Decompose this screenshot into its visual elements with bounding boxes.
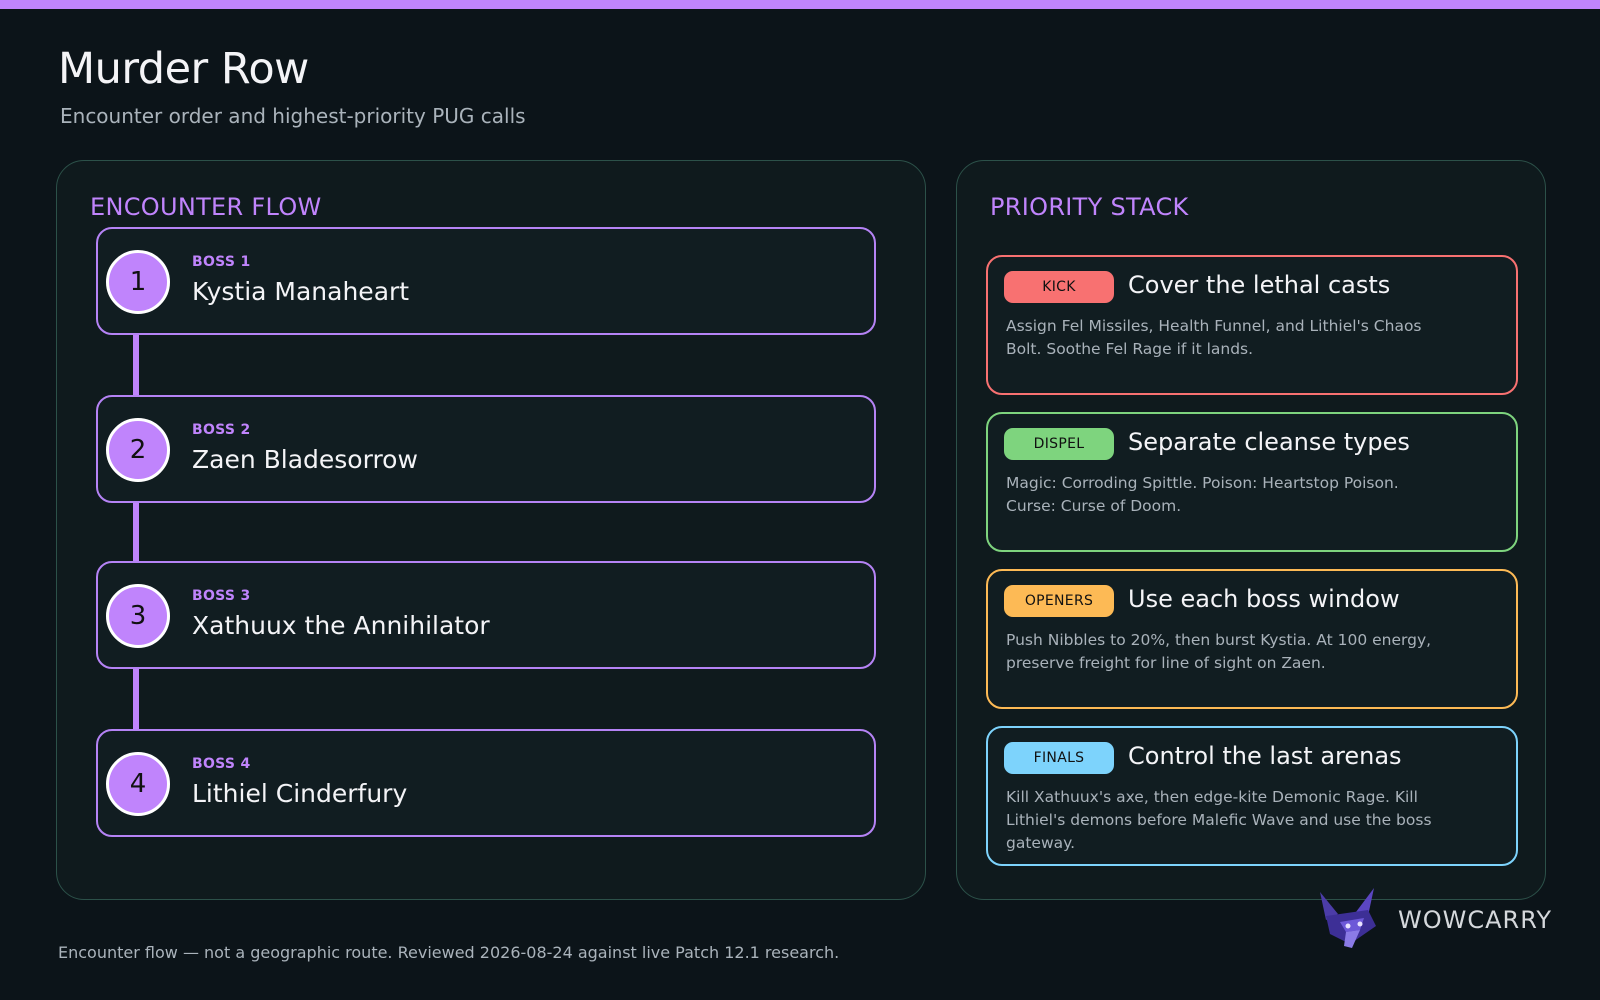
boss-number-badge: 2	[106, 418, 170, 482]
priority-title: Control the last arenas	[1128, 742, 1402, 770]
priority-body: Push Nibbles to 20%, then burst Kystia. …	[1006, 631, 1432, 672]
dispel-tag: DISPEL	[1004, 428, 1114, 460]
priority-body: Kill Xathuux's axe, then edge-kite Demon…	[1006, 788, 1432, 852]
priority-card-dispel[interactable]: DISPEL Separate cleanse types Magic: Cor…	[986, 412, 1518, 552]
footnote: Encounter flow — not a geographic route.…	[58, 943, 840, 962]
boss-label: BOSS 1	[192, 254, 251, 270]
page-title: Murder Row	[58, 44, 309, 94]
flow-connector	[133, 333, 139, 395]
priority-body: Assign Fel Missiles, Health Funnel, and …	[1006, 317, 1422, 358]
encounter-flow-heading: ENCOUNTER FLOW	[90, 193, 322, 221]
priority-title: Use each boss window	[1128, 585, 1400, 613]
boss-card-2[interactable]: 2 BOSS 2 Zaen Bladesorrow	[96, 395, 876, 503]
boss-name: Zaen Bladesorrow	[192, 445, 418, 474]
kick-tag: KICK	[1004, 271, 1114, 303]
page-subtitle: Encounter order and highest-priority PUG…	[60, 104, 526, 128]
top-accent-bar	[0, 0, 1600, 9]
boss-label: BOSS 2	[192, 422, 251, 438]
priority-card-finals[interactable]: FINALS Control the last arenas Kill Xath…	[986, 726, 1518, 866]
priority-card-openers[interactable]: OPENERS Use each boss window Push Nibble…	[986, 569, 1518, 709]
boss-label: BOSS 3	[192, 588, 251, 604]
boss-number-badge: 4	[106, 752, 170, 816]
fox-logo-icon	[1320, 888, 1376, 948]
priority-stack-panel: PRIORITY STACK KICK Cover the lethal cas…	[956, 160, 1546, 900]
priority-title: Cover the lethal casts	[1128, 271, 1391, 299]
openers-tag: OPENERS	[1004, 585, 1114, 617]
boss-label: BOSS 4	[192, 756, 251, 772]
boss-name: Xathuux the Annihilator	[192, 611, 490, 640]
encounter-flow-panel: ENCOUNTER FLOW 1 BOSS 1 Kystia Manaheart…	[56, 160, 926, 900]
boss-card-1[interactable]: 1 BOSS 1 Kystia Manaheart	[96, 227, 876, 335]
boss-card-3[interactable]: 3 BOSS 3 Xathuux the Annihilator	[96, 561, 876, 669]
boss-number-badge: 1	[106, 250, 170, 314]
priority-title: Separate cleanse types	[1128, 428, 1410, 456]
priority-body: Magic: Corroding Spittle. Poison: Hearts…	[1006, 474, 1399, 515]
boss-name: Kystia Manaheart	[192, 277, 410, 306]
brand[interactable]: WOWCARRY	[1316, 886, 1552, 956]
boss-number-badge: 3	[106, 584, 170, 648]
flow-connector	[133, 499, 139, 561]
priority-card-kick[interactable]: KICK Cover the lethal casts Assign Fel M…	[986, 255, 1518, 395]
flow-connector	[133, 667, 139, 729]
boss-card-4[interactable]: 4 BOSS 4 Lithiel Cinderfury	[96, 729, 876, 837]
priority-stack-heading: PRIORITY STACK	[990, 193, 1189, 221]
boss-name: Lithiel Cinderfury	[192, 779, 408, 808]
finals-tag: FINALS	[1004, 742, 1114, 774]
brand-name: WOWCARRY	[1398, 906, 1553, 934]
